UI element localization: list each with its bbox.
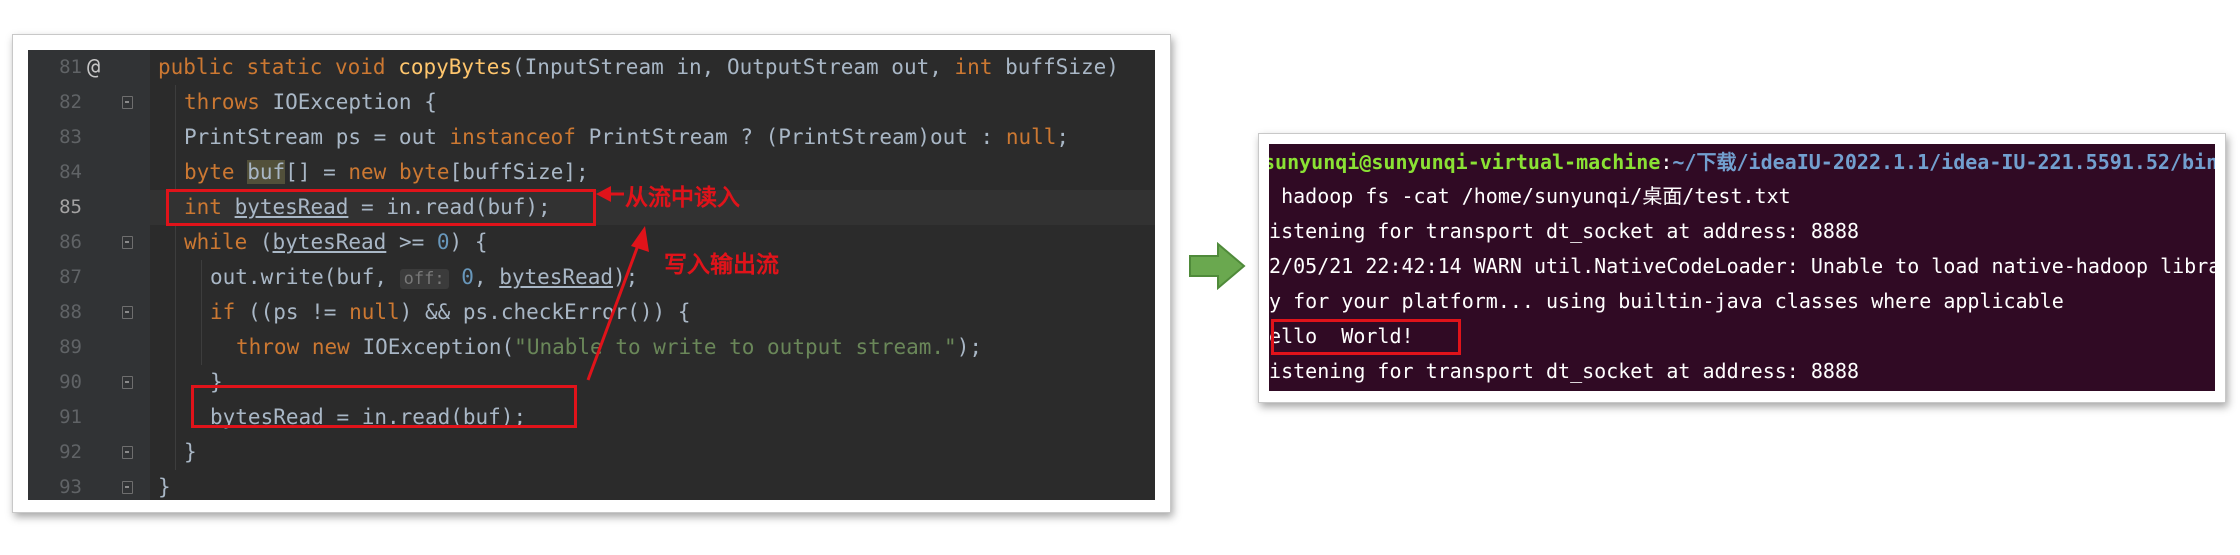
- terminal-prompt: sunyunqi@sunyunqi-virtual-machine:~/下载/i…: [1269, 145, 2215, 179]
- read-annotation: 从流中读入: [625, 185, 740, 211]
- terminal-line: 22/05/21 22:42:14 WARN util.NativeCodeLo…: [1269, 254, 2215, 278]
- terminal-line: $ hadoop fs -cat /home/sunyunqi/桌面/test.…: [1269, 184, 1791, 208]
- right-arrow-icon: [1189, 242, 1246, 290]
- output-highlight-box: [1271, 319, 1461, 355]
- right-arrow-shape: [1189, 242, 1246, 290]
- terminal-line: Listening for transport dt_socket at add…: [1269, 359, 1860, 383]
- write-annotation: 写入输出流: [664, 252, 779, 278]
- terminal-window[interactable]: sunyunqi@sunyunqi-virtual-machine:~/下载/i…: [1269, 144, 2215, 391]
- prompt-separator: :: [1660, 150, 1673, 174]
- terminal-line: ry for your platform... using builtin-ja…: [1269, 289, 2064, 313]
- write-arrow-line: [586, 239, 642, 381]
- prompt-path: ~/下载/ideaIU-2022.1.1/idea-IU-221.5591.52…: [1672, 150, 2215, 174]
- prompt-user: sunyunqi@sunyunqi-virtual-machine: [1269, 150, 1661, 174]
- terminal-line: Listening for transport dt_socket at add…: [1269, 219, 1860, 243]
- code-editor[interactable]: 81 82 83 84 85 86 87 88 89 90 91 92 93 @…: [28, 50, 1155, 500]
- write-arrow-head: [631, 226, 649, 252]
- terminal-screenshot-panel: sunyunqi@sunyunqi-virtual-machine:~/下载/i…: [1258, 133, 2226, 403]
- ide-screenshot-panel: 81 82 83 84 85 86 87 88 89 90 91 92 93 @…: [12, 34, 1171, 513]
- read-arrow-head: [596, 186, 611, 202]
- annotation-arrows: [586, 186, 649, 381]
